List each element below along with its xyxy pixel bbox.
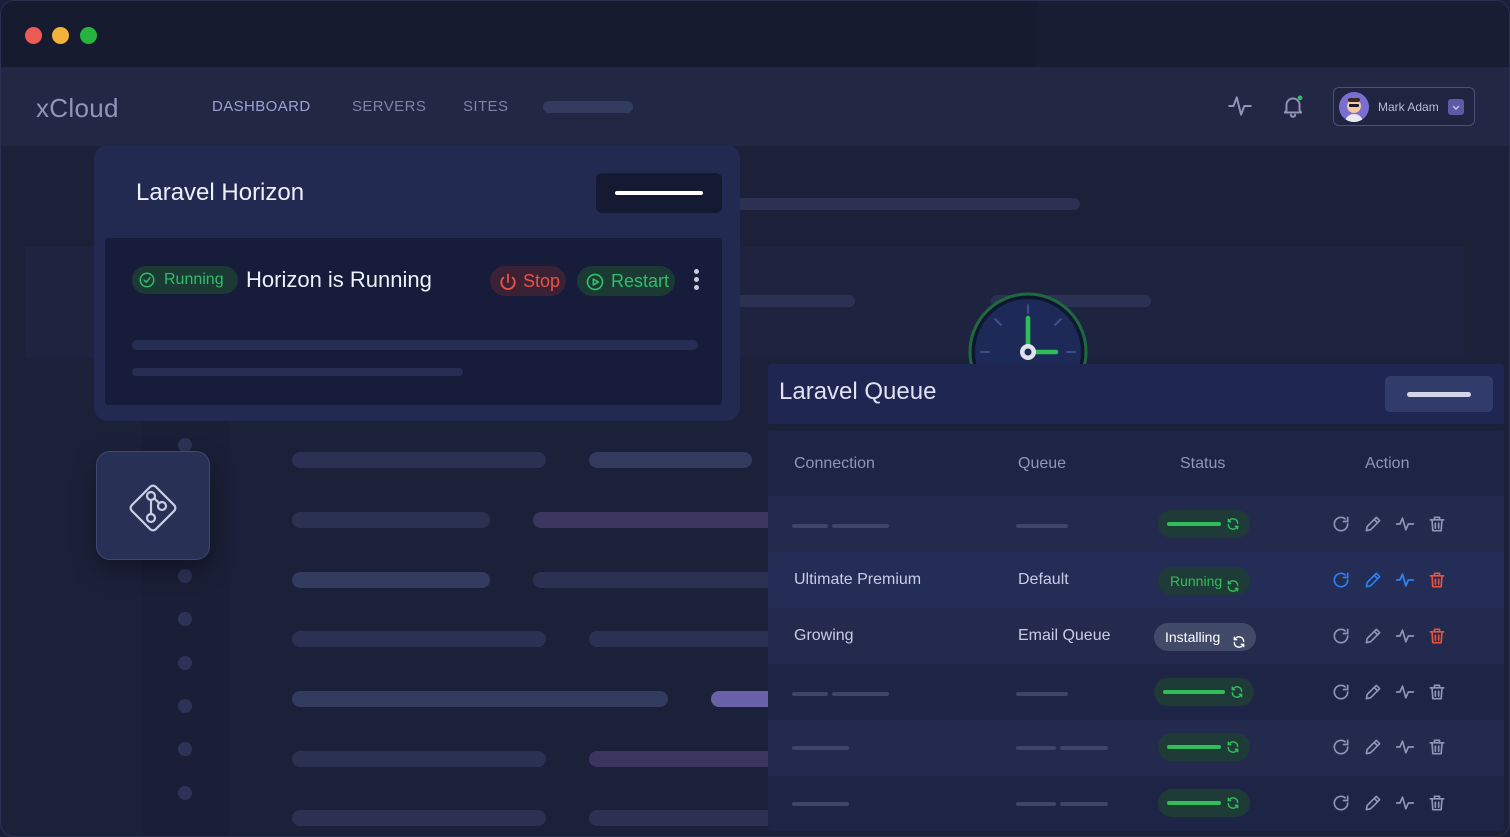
horizon-action-button[interactable] <box>596 173 722 213</box>
table-row: Growing Email Queue Installing <box>768 608 1504 664</box>
more-options-icon[interactable] <box>691 269 701 293</box>
nav-sites[interactable]: SITES <box>463 98 508 115</box>
retry-icon[interactable] <box>1331 737 1351 757</box>
maximize-window-button[interactable] <box>80 27 97 44</box>
cell-connection: Growing <box>794 627 854 644</box>
edit-icon[interactable] <box>1363 570 1383 590</box>
app-window: xCloud DASHBOARD SERVERS SITES Mark Adam <box>0 0 1510 837</box>
user-menu[interactable]: Mark Adam <box>1333 87 1475 126</box>
stop-button[interactable]: Stop <box>490 266 566 296</box>
minimize-window-button[interactable] <box>52 27 69 44</box>
nav-servers[interactable]: SERVERS <box>352 98 426 115</box>
queue-header: Laravel Queue <box>768 364 1504 424</box>
edit-icon[interactable] <box>1363 682 1383 702</box>
delete-icon[interactable] <box>1427 682 1447 702</box>
avatar <box>1339 92 1369 122</box>
delete-icon[interactable] <box>1427 737 1447 757</box>
check-circle-icon <box>138 271 156 299</box>
retry-icon[interactable] <box>1331 570 1351 590</box>
activity-icon[interactable] <box>1395 570 1415 590</box>
status-placeholder <box>1158 789 1250 817</box>
horizon-title: Laravel Horizon <box>136 179 305 206</box>
close-window-button[interactable] <box>25 27 42 44</box>
chevron-down-icon[interactable] <box>1448 99 1464 115</box>
table-row <box>768 720 1504 776</box>
edit-icon[interactable] <box>1363 737 1383 757</box>
cell-queue: Default <box>1018 571 1069 588</box>
status-placeholder <box>1154 678 1254 706</box>
top-navbar: xCloud DASHBOARD SERVERS SITES Mark Adam <box>1 67 1509 146</box>
retry-icon[interactable] <box>1331 626 1351 646</box>
brand-logo[interactable]: xCloud <box>36 93 119 124</box>
table-row: Ultimate Premium Default Running <box>768 552 1504 608</box>
edit-icon[interactable] <box>1363 626 1383 646</box>
activity-icon[interactable] <box>1395 737 1415 757</box>
title-bar <box>1 1 1509 67</box>
refresh-icon <box>1226 796 1240 815</box>
delete-icon[interactable] <box>1427 626 1447 646</box>
nav-placeholder <box>543 101 633 113</box>
column-header-action[interactable]: Action <box>1365 455 1409 473</box>
queue-action-button[interactable] <box>1385 376 1493 412</box>
edit-icon[interactable] <box>1363 514 1383 534</box>
delete-icon[interactable] <box>1427 793 1447 813</box>
status-placeholder <box>1158 733 1250 761</box>
horizon-status-text: Horizon is Running <box>246 267 432 292</box>
table-row <box>768 496 1504 552</box>
cell-queue: Email Queue <box>1018 627 1111 644</box>
delete-icon[interactable] <box>1427 514 1447 534</box>
horizon-card: Laravel Horizon Running Horizon is Runni… <box>94 145 740 421</box>
status-badge: Installing <box>1154 623 1256 651</box>
refresh-icon <box>1226 740 1240 759</box>
horizon-status-panel: Running Horizon is Running Stop Restart <box>105 238 722 405</box>
table-row <box>768 776 1504 831</box>
activity-icon[interactable] <box>1395 682 1415 702</box>
retry-icon[interactable] <box>1331 682 1351 702</box>
queue-table: Connection Queue Status Action Ultimate … <box>768 431 1504 831</box>
status-badge: Running <box>1158 567 1250 595</box>
git-tile[interactable] <box>96 451 210 560</box>
delete-icon[interactable] <box>1427 570 1447 590</box>
play-circle-icon <box>585 271 605 301</box>
activity-icon[interactable] <box>1227 93 1253 119</box>
edit-icon[interactable] <box>1363 793 1383 813</box>
user-name: Mark Adam <box>1378 100 1439 114</box>
refresh-icon <box>1226 574 1240 602</box>
cell-connection: Ultimate Premium <box>794 571 922 588</box>
column-header-connection[interactable]: Connection <box>794 455 875 473</box>
refresh-icon <box>1230 685 1244 704</box>
refresh-icon <box>1232 630 1246 658</box>
activity-icon[interactable] <box>1395 626 1415 646</box>
nav-dashboard[interactable]: DASHBOARD <box>212 98 311 115</box>
table-row <box>768 664 1504 720</box>
retry-icon[interactable] <box>1331 793 1351 813</box>
refresh-icon <box>1226 517 1240 536</box>
column-header-status[interactable]: Status <box>1180 455 1225 473</box>
activity-icon[interactable] <box>1395 793 1415 813</box>
queue-title: Laravel Queue <box>779 378 937 405</box>
git-icon <box>129 484 177 532</box>
restart-button[interactable]: Restart <box>577 266 675 296</box>
status-placeholder <box>1158 510 1250 538</box>
activity-icon[interactable] <box>1395 514 1415 534</box>
running-badge: Running <box>132 266 238 294</box>
bell-icon[interactable] <box>1280 93 1306 119</box>
retry-icon[interactable] <box>1331 514 1351 534</box>
column-header-queue[interactable]: Queue <box>1018 455 1066 473</box>
power-icon <box>498 271 518 301</box>
